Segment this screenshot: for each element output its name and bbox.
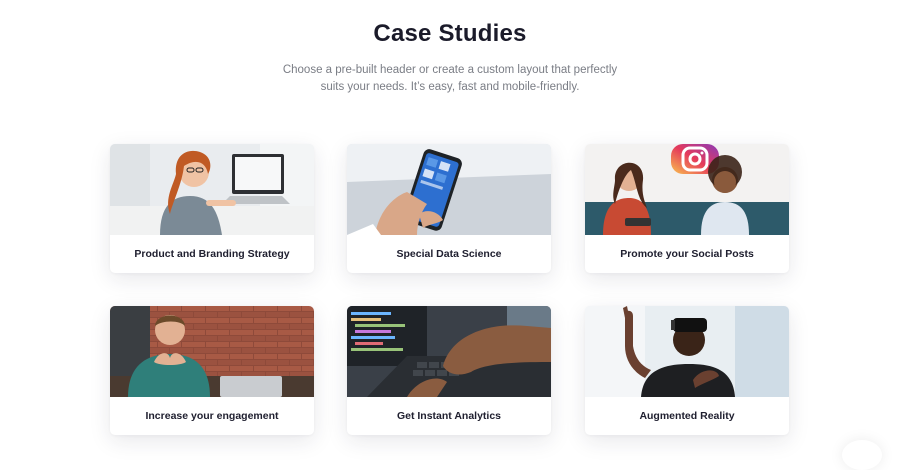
card-image-woman-laptop [110, 144, 314, 235]
card-title: Augmented Reality [639, 410, 735, 422]
section-title: Case Studies [373, 20, 527, 47]
case-study-card-analytics[interactable]: Get Instant Analytics [347, 306, 551, 435]
scroll-top-button[interactable] [842, 440, 882, 470]
card-title: Increase your engagement [145, 410, 279, 422]
card-title: Get Instant Analytics [396, 410, 502, 422]
card-image-hand-phone [347, 144, 551, 235]
case-study-card-engagement[interactable]: Increase your engagement [110, 306, 314, 435]
card-title: Promote your Social Posts [620, 248, 754, 260]
case-study-card-social-posts[interactable]: Promote your Social Posts [585, 144, 789, 273]
subtitle-line-2: suits your needs. It’s easy, fast and mo… [320, 81, 580, 93]
card-image-man-brick-wall [110, 306, 314, 397]
card-image-hands-keyboard [347, 306, 551, 397]
card-image-vr-headset [585, 306, 789, 397]
case-study-card-augmented-reality[interactable]: Augmented Reality [585, 306, 789, 435]
case-study-card-data-science[interactable]: Special Data Science [347, 144, 551, 273]
card-title: Product and Branding Strategy [134, 248, 290, 260]
subtitle-line-1: Choose a pre-built header or create a cu… [282, 64, 618, 76]
section-subtitle: Choose a pre-built header or create a cu… [270, 62, 630, 96]
card-title: Special Data Science [396, 248, 502, 260]
card-image-two-women-instagram [585, 144, 789, 235]
case-study-card-product-branding[interactable]: Product and Branding Strategy [110, 144, 314, 273]
